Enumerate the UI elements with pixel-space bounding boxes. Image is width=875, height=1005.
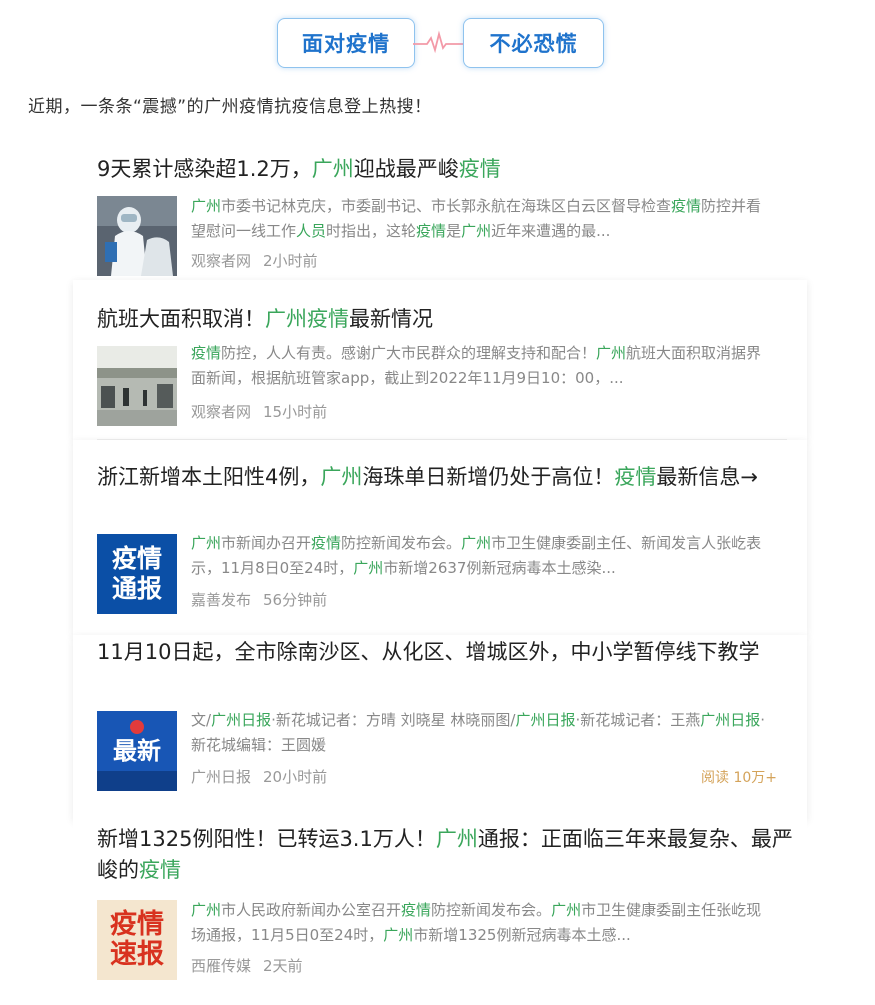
highlight-keyword: 广州日报 [211,711,272,729]
highlight-keyword: 广州日报 [700,711,761,729]
highlight-keyword: 疫情 [416,222,447,240]
protective-suit-photo-icon [97,196,177,276]
news-source: 观察者网 [191,403,252,421]
text-segment: 防控新闻发布会。 [341,534,462,552]
highlight-keyword: 广州 [461,534,492,552]
highlight-keyword: 人员 [296,222,327,240]
news-time: 2小时前 [263,252,318,270]
news-time: 2天前 [263,957,303,975]
highlight-keyword: 疫情 [311,534,342,552]
text-segment: ·新花城记者：王燕 [575,711,701,729]
news-meta: 观察者网 15小时前 [191,401,327,422]
text-segment: 迎战最严峻 [353,157,459,181]
text-segment: 航班大面积取消！ [97,307,265,331]
read-count: 阅读 10万+ [701,770,777,786]
news-title[interactable]: 11月10日起，全市除南沙区、从化区、增城区外，中小学暂停线下教学 [97,637,797,668]
header-right-pill: 不必恐慌 [463,18,604,68]
text-segment: 防控，人人有责。感谢广大市民群众的理解支持和配合！ [221,344,597,362]
highlight-keyword: 广州疫情 [265,307,349,331]
highlight-keyword: 广州日报 [515,711,576,729]
highlight-keyword: 疫情 [401,901,432,919]
news-source: 观察者网 [191,252,252,270]
header-banner: 面对疫情 不必恐慌 [0,18,875,72]
text-segment: 海珠单日新增仍处于高位！ [362,465,615,489]
news-thumbnail[interactable]: 最新 [97,711,177,791]
highlight-keyword: 疫情 [139,858,181,882]
highlight-keyword: 广州 [191,901,222,919]
text-segment: 浙江新增本土阳性4例， [97,465,321,489]
text-segment: 市委书记林克庆，市委副书记、市长郭永航在海珠区白云区督导检查 [221,197,672,215]
highlight-keyword: 疫情 [191,344,222,362]
heartbeat-line-icon [413,30,465,54]
text-segment: 市新增2637例新冠病毒本土感染... [383,559,616,577]
news-time: 56分钟前 [263,591,328,609]
yiqing-tongbao-badge-icon: 疫情 通报 [111,544,162,603]
text-segment: 近年来遭遇的最... [491,222,611,240]
text-segment: 市人民政府新闻办公室召开 [221,901,402,919]
news-time: 20小时前 [263,768,328,786]
highlight-keyword: 广州 [383,926,414,944]
news-snippet: 文/广州日报·新花城记者：方晴 刘晓星 林晓丽图/广州日报·新花城记者：王燕广州… [191,708,766,758]
news-source: 广州日报 [191,768,252,786]
highlight-keyword: 广州 [461,222,492,240]
highlight-keyword: 疫情 [614,465,657,489]
news-time: 15小时前 [263,403,328,421]
text-segment: 新增1325例阳性！已转运3.1万人！ [97,827,436,851]
news-snippet: 广州市人民政府新闻办公室召开疫情防控新闻发布会。广州市卫生健康委副主任张屹现场通… [191,898,766,948]
news-title[interactable]: 航班大面积取消！广州疫情最新情况 [97,304,797,335]
highlight-keyword: 广州 [435,827,478,851]
highlight-keyword: 广州 [191,534,222,552]
news-card[interactable]: 9天累计感染超1.2万，广州迎战最严峻疫情 广州市委书记林克庆，市委副书记、市长… [73,140,807,280]
text-segment: 市新闻办召开 [221,534,312,552]
text-segment: 最新信息→ [656,465,758,489]
news-meta: 西雁传媒 2天前 [191,955,303,976]
airport-hall-photo-icon [97,346,177,426]
news-thumbnail[interactable] [97,346,177,426]
highlight-keyword: 疫情 [671,197,702,215]
text-segment: 是 [446,222,462,240]
highlight-keyword: 广州 [191,197,222,215]
highlight-keyword: 广州 [353,559,384,577]
text-segment: 11月10日起，全市除南沙区、从化区、增城区外，中小学暂停线下教学 [97,640,760,664]
news-title[interactable]: 浙江新增本土阳性4例，广州海珠单日新增仍处于高位！疫情最新信息→ [97,462,797,493]
news-thumbnail[interactable]: 疫情 通报 [97,534,177,614]
news-thumbnail[interactable]: 疫情 速报 [97,900,177,980]
news-source: 西雁传媒 [191,957,252,975]
highlight-keyword: 广州 [551,901,582,919]
news-title[interactable]: 新增1325例阳性！已转运3.1万人！广州通报：正面临三年来最复杂、最严峻的疫情 [97,824,797,886]
highlight-keyword: 广州 [320,465,363,489]
yiqing-subao-badge-icon: 疫情 速报 [110,909,164,970]
news-card[interactable]: 新增1325例阳性！已转运3.1万人！广州通报：正面临三年来最复杂、最严峻的疫情… [73,820,807,1005]
news-snippet: 疫情防控，人人有责。感谢广大市民群众的理解支持和配合！广州航班大面积取消据界面新… [191,341,766,391]
news-card[interactable]: 航班大面积取消！广州疫情最新情况 疫情防控，人人有责。感谢广大市民群众的理解支持… [73,280,807,440]
intro-text: 近期，一条条“震撼”的广州疫情抗疫信息登上热搜！ [28,97,432,117]
news-card[interactable]: 浙江新增本土阳性4例，广州海珠单日新增仍处于高位！疫情最新信息→ 疫情 通报 广… [73,440,807,635]
news-card[interactable]: 11月10日起，全市除南沙区、从化区、增城区外，中小学暂停线下教学 最新 文/广… [73,635,807,820]
news-source: 嘉善发布 [191,591,252,609]
text-segment: ·新花城记者：方晴 刘晓星 林晓丽图/ [271,711,516,729]
news-meta: 观察者网 2小时前 [191,250,318,271]
highlight-keyword: 疫情 [458,157,501,181]
text-segment: 市新增1325例新冠病毒本土感... [413,926,631,944]
text-segment: 文/ [191,711,212,729]
highlight-keyword: 广州 [311,157,354,181]
text-segment: 9天累计感染超1.2万， [97,157,312,181]
news-meta: 广州日报 20小时前 [191,766,327,787]
news-title[interactable]: 9天累计感染超1.2万，广州迎战最严峻疫情 [97,154,797,185]
text-segment: 防控新闻发布会。 [431,901,552,919]
header-left-pill: 面对疫情 [277,18,415,68]
news-snippet: 广州市新闻办召开疫情防控新闻发布会。广州市卫生健康委副主任、新闻发言人张屹表示，… [191,531,766,581]
text-segment: 最新情况 [349,307,433,331]
news-snippet: 广州市委书记林克庆，市委副书记、市长郭永航在海珠区白云区督导检查疫情防控并看望慰… [191,194,766,244]
highlight-keyword: 广州 [596,344,627,362]
text-segment: 时指出，这轮 [326,222,417,240]
news-meta: 嘉善发布 56分钟前 [191,589,327,610]
news-thumbnail[interactable] [97,196,177,276]
